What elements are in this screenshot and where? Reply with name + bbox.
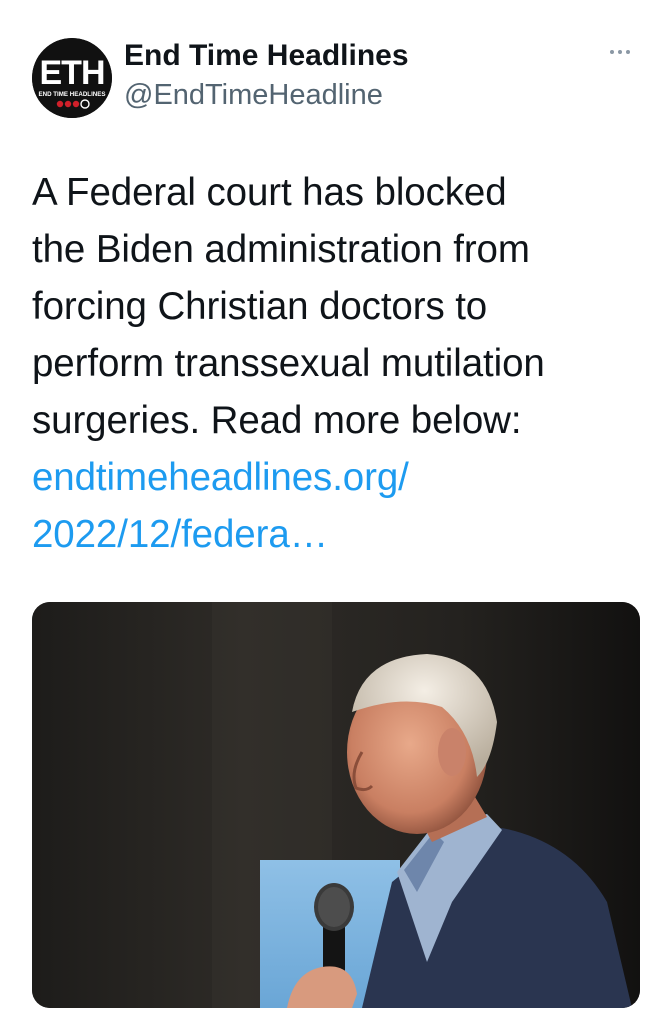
tweet-text: A Federal court has blocked the Biden ad… xyxy=(32,164,644,563)
tweet-card[interactable]: ETH END TIME HEADLINES End Time Headline… xyxy=(0,0,672,1024)
tweet-text-line: A Federal court has blocked xyxy=(32,171,507,214)
tweet-text-line: forcing Christian doctors to xyxy=(32,285,488,328)
more-options-icon[interactable] xyxy=(610,44,638,60)
eth-logo-icon: ETH END TIME HEADLINES xyxy=(32,38,112,118)
avatar-subtitle: END TIME HEADLINES xyxy=(38,91,105,98)
author-handle[interactable]: @EndTimeHeadline xyxy=(124,76,409,114)
tweet-link[interactable]: 2022/12/federa… xyxy=(32,506,644,563)
tweet-header: ETH END TIME HEADLINES End Time Headline… xyxy=(32,34,640,120)
photo-man-with-microphone xyxy=(32,602,640,1008)
tweet-text-line: the Biden administration from xyxy=(32,228,530,271)
tweet-link[interactable]: endtimeheadlines.org/ xyxy=(32,449,644,506)
author-names: End Time Headlines @EndTimeHeadline xyxy=(124,38,409,114)
avatar[interactable]: ETH END TIME HEADLINES xyxy=(32,38,112,118)
tweet-text-line: surgeries. Read more below: xyxy=(32,399,522,442)
tweet-text-line: perform transsexual mutilation xyxy=(32,342,545,385)
tweet-media-photo[interactable] xyxy=(32,602,640,1008)
avatar-letters: ETH xyxy=(40,54,105,92)
author-display-name[interactable]: End Time Headlines xyxy=(124,38,409,74)
